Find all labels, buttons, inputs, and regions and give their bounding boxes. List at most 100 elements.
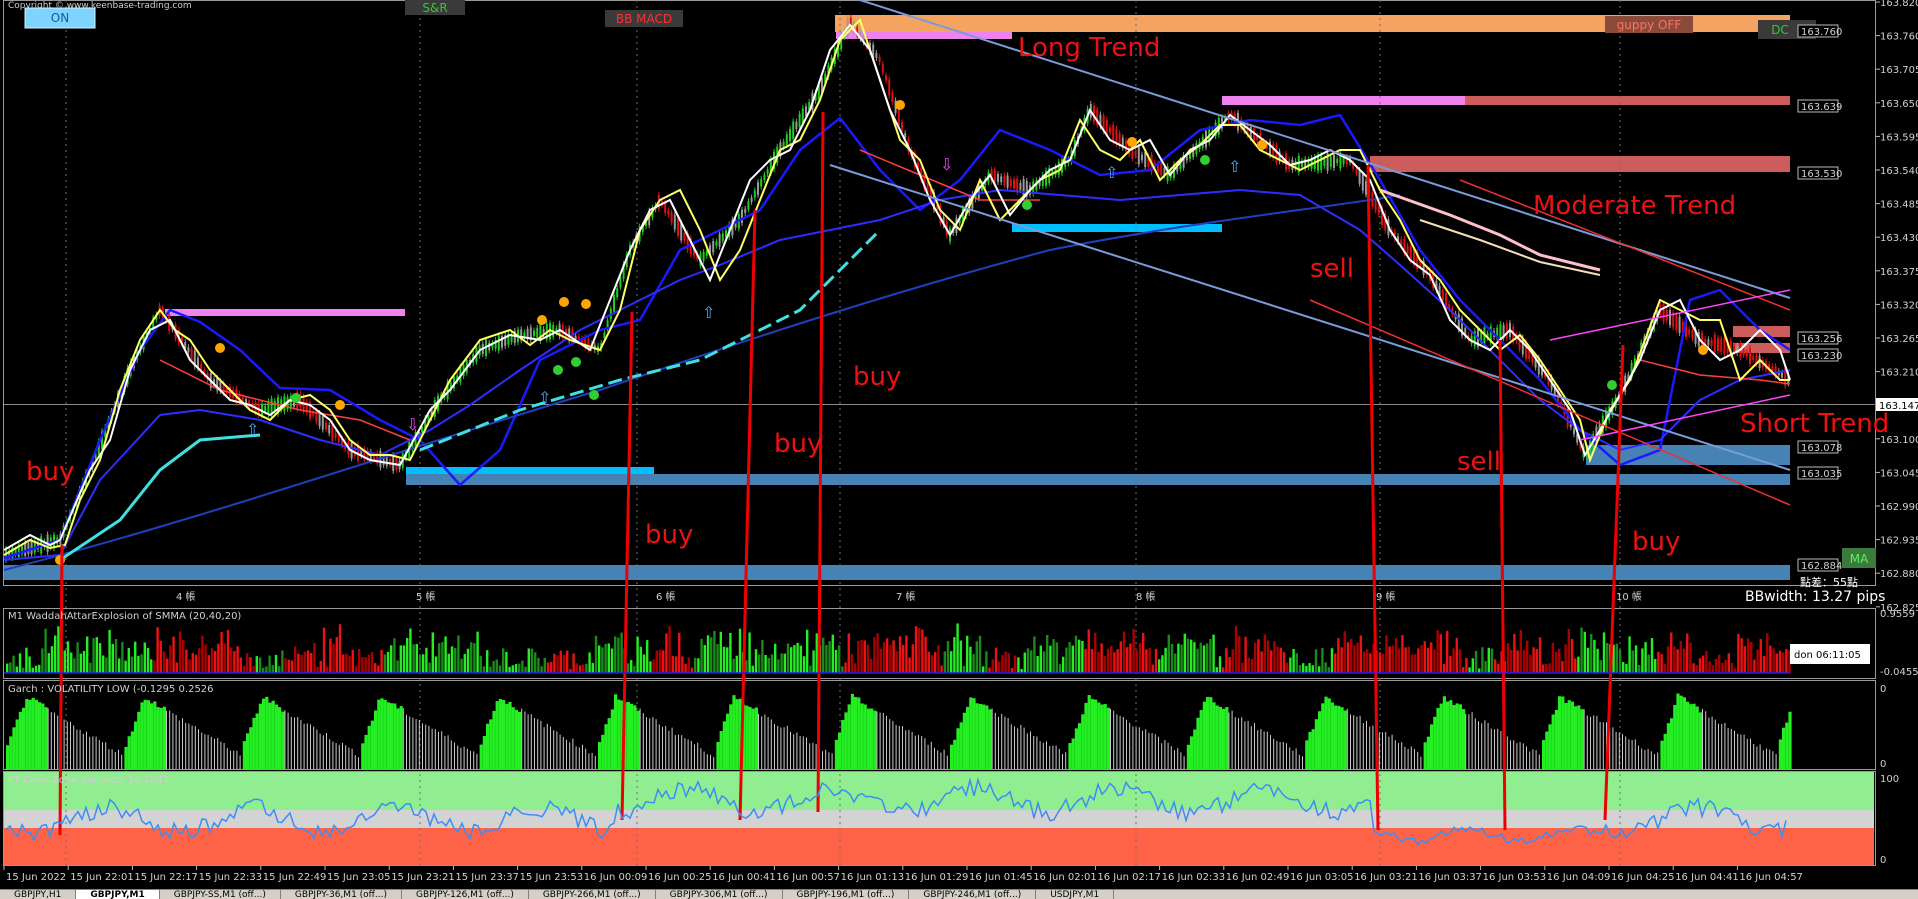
garch-bar <box>1730 728 1732 769</box>
waddah-bar <box>300 654 303 673</box>
garch-bar <box>969 697 973 769</box>
garch-bar <box>508 701 512 769</box>
garch-bar <box>1334 705 1338 769</box>
waddah-bar <box>978 635 982 673</box>
waddah-bar <box>834 649 838 673</box>
candle-body <box>785 134 788 146</box>
waddah-bar <box>262 667 265 673</box>
garch-bar <box>774 723 775 769</box>
buy-label: buy <box>26 457 74 487</box>
candle-body <box>1333 154 1335 168</box>
garch-bar <box>1206 696 1210 769</box>
garch-bar <box>607 718 611 769</box>
waddah-bar <box>1654 658 1657 673</box>
waddah-bar <box>1721 662 1724 673</box>
garch-bar <box>342 742 343 769</box>
waddah-bar <box>486 650 489 673</box>
garch-bar <box>1737 733 1739 769</box>
waddah-bar <box>1257 639 1260 673</box>
garch-bar <box>1154 734 1156 769</box>
price-tick-label: 163.045 <box>1880 468 1918 479</box>
garch-bar <box>489 719 493 769</box>
garch-bar <box>473 751 475 769</box>
garch-bar <box>1478 721 1479 769</box>
garch-bar <box>898 725 900 769</box>
waddah-bar <box>537 657 540 673</box>
waddah-bar <box>1705 650 1708 673</box>
candle-body <box>1573 428 1575 435</box>
waddah-bar <box>182 640 185 673</box>
time-label: 16 Jun 04:09 <box>1547 872 1611 883</box>
garch-bar <box>1138 727 1140 769</box>
waddah-bar <box>338 624 342 673</box>
garch-bar <box>1058 748 1060 769</box>
garch-bar <box>332 741 334 769</box>
waddah-bar <box>1042 651 1046 673</box>
garch-bar <box>1055 745 1057 769</box>
waddah-bar <box>1762 655 1766 673</box>
waddah-bar <box>1039 645 1042 673</box>
garch-bar <box>1439 703 1443 769</box>
on-button-label: ON <box>51 11 69 25</box>
garch-bar <box>290 716 292 769</box>
waddah-bar <box>1254 642 1257 673</box>
garch-bar <box>262 698 266 769</box>
garch-bar <box>220 741 222 769</box>
garch-bar <box>182 718 183 769</box>
garch-bar <box>236 750 238 769</box>
garch-bar <box>86 731 87 769</box>
candle-body <box>1009 179 1012 187</box>
waddah-bar <box>770 654 774 673</box>
waddah-bar <box>1212 634 1215 673</box>
garch-bar <box>418 719 420 769</box>
waddah-bar <box>108 629 111 673</box>
garch-bar <box>22 707 26 769</box>
garch-bar <box>1698 712 1702 769</box>
candle-body <box>1323 158 1326 166</box>
garch-bar <box>178 720 180 769</box>
garch-bar <box>674 735 676 769</box>
garch-bar <box>1772 751 1774 769</box>
garch-bar <box>367 725 371 769</box>
trading-chart[interactable]: ⇧ ⇧ ⇧ ⇧ ⇧ ⇩ ⇩ Long Trend Moderate Trend … <box>0 0 1918 898</box>
waddah-bar <box>1545 664 1548 673</box>
waddah-bar <box>1436 630 1439 673</box>
waddah-bar <box>1442 663 1446 673</box>
candle-body <box>1109 127 1111 133</box>
waddah-bar <box>335 637 338 673</box>
garch-bar <box>1682 697 1686 769</box>
candle-body <box>1377 206 1380 215</box>
garch-bar <box>223 742 225 769</box>
waddah-bar <box>566 650 569 673</box>
garch-bar <box>303 723 305 769</box>
garch-bar <box>1337 705 1341 769</box>
garch-bar <box>521 708 523 769</box>
garch-bar <box>1129 722 1131 769</box>
waddah-bar <box>562 654 566 673</box>
garch-bar <box>1318 711 1322 769</box>
garch-bar <box>735 699 739 769</box>
candle-body <box>1006 175 1009 188</box>
garch-bar <box>566 739 567 769</box>
waddah-bar <box>377 665 380 673</box>
garch-bar <box>1033 735 1035 769</box>
garch-bar <box>479 744 483 769</box>
garch-bar <box>527 714 529 769</box>
garch-bar <box>1583 709 1585 769</box>
waddah-bar <box>1497 663 1500 673</box>
chop-scale-top: 100 <box>1880 774 1899 785</box>
garch-bar <box>463 746 465 769</box>
garch-bar <box>431 728 433 769</box>
garch-bar <box>1049 745 1051 769</box>
waddah-bar <box>1308 663 1311 673</box>
waddah-bar <box>882 642 886 673</box>
waddah-bar <box>498 665 502 673</box>
waddah-bar <box>975 641 978 673</box>
garch-bar <box>1759 744 1761 769</box>
time-label: 15 Jun 22:17 <box>134 872 198 883</box>
garch-bar <box>1346 708 1348 769</box>
garch-bar <box>287 712 289 769</box>
garch-bar <box>50 712 52 769</box>
waddah-bar <box>342 654 345 673</box>
waddah-bar <box>361 656 364 673</box>
